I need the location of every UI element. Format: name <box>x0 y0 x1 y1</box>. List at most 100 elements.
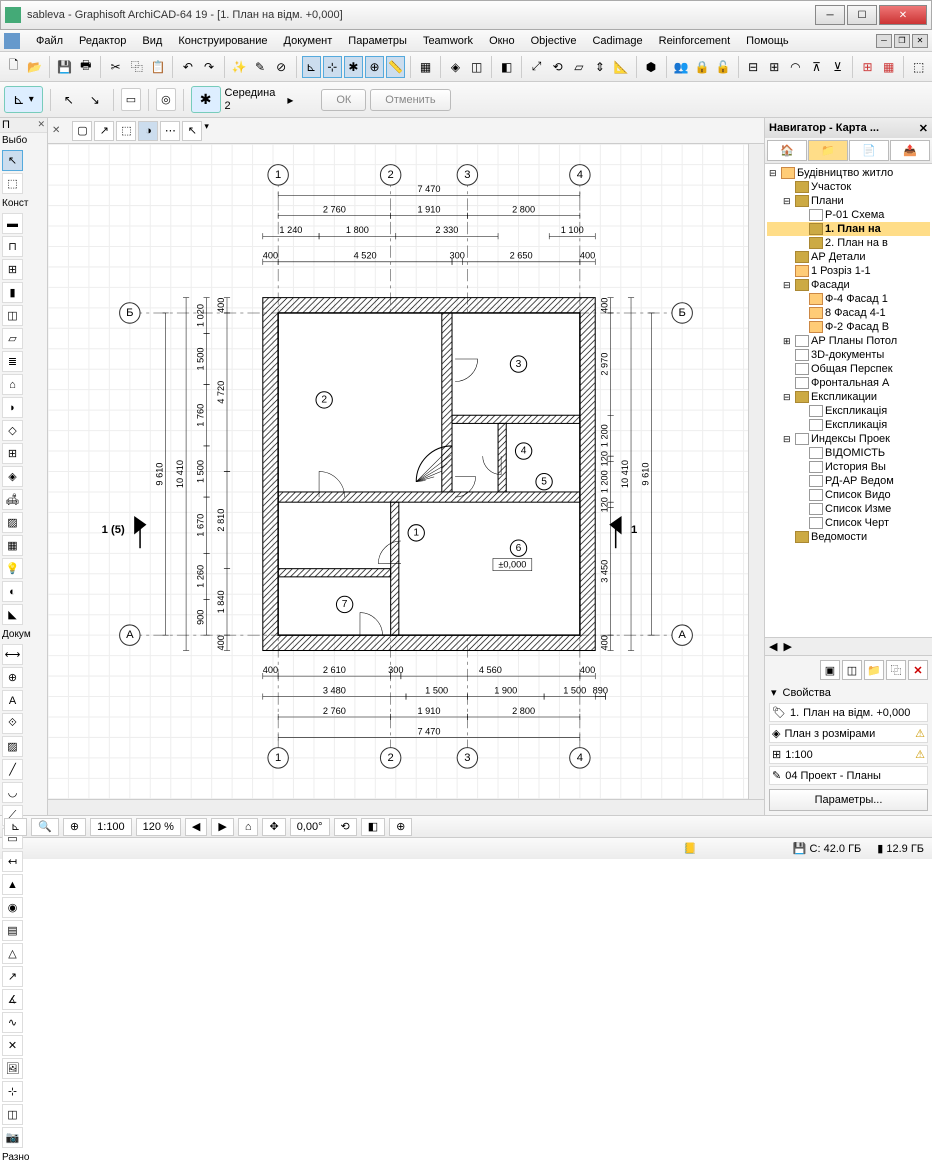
snap3-icon[interactable]: ⊕ <box>365 56 384 78</box>
trace-toggle-icon[interactable]: ▢ <box>72 121 92 141</box>
tree-item[interactable]: Список Видо <box>767 488 930 502</box>
rotate-icon[interactable]: ⟲ <box>548 56 567 78</box>
stair-tool[interactable]: ≣ <box>2 351 23 372</box>
close-button[interactable]: ✕ <box>879 5 927 25</box>
nav-delete-icon[interactable]: ✕ <box>908 660 928 680</box>
mdi-restore[interactable]: ❐ <box>894 34 910 48</box>
tree-item[interactable]: ⊟Експликации <box>767 390 930 404</box>
tree-item[interactable]: Участок <box>767 180 930 194</box>
line-tool[interactable]: ╱ <box>2 759 23 780</box>
move-icon[interactable]: ⤢ <box>527 56 546 78</box>
worksheet-tool[interactable]: ▤ <box>2 920 23 941</box>
label-tool[interactable]: ⟐ <box>2 713 23 734</box>
tree-item[interactable]: ⊟Будівництво житло <box>767 166 930 180</box>
next-view-icon[interactable]: ▶ <box>211 818 233 836</box>
tree-item[interactable]: Р-01 Схема <box>767 208 930 222</box>
text-tool[interactable]: A <box>2 690 23 711</box>
hotspot-tool[interactable]: ✕ <box>2 1035 23 1056</box>
suspend-icon[interactable]: ⊘ <box>272 56 291 78</box>
tree-item[interactable]: 8 Фасад 4-1 <box>767 306 930 320</box>
curtainwall-tool[interactable]: ⊞ <box>2 443 23 464</box>
menu-вид[interactable]: Вид <box>134 33 170 49</box>
tree-item[interactable]: Ф-4 Фасад 1 <box>767 292 930 306</box>
grid-element-tool[interactable]: ⊹ <box>2 1081 23 1102</box>
camera-tool[interactable]: 📷 <box>2 1127 23 1148</box>
geo-method1-icon[interactable]: ↖ <box>58 89 80 111</box>
navigator-tree[interactable]: ⊟Будівництво житлоУчасток⊟ПланиР-01 Схем… <box>765 164 932 637</box>
release-icon[interactable]: 🔓 <box>714 56 733 78</box>
grid-icon[interactable]: ▦ <box>416 56 435 78</box>
orient-icon[interactable]: ⊾ <box>4 818 27 836</box>
intersect-icon[interactable]: ⊞ <box>765 56 784 78</box>
prop-scale[interactable]: 1:100 <box>785 749 813 761</box>
tree-item[interactable]: 1 Розріз 1-1 <box>767 264 930 278</box>
menu-документ[interactable]: Документ <box>276 33 341 49</box>
pan-icon[interactable]: ✥ <box>262 818 285 836</box>
edit-icon[interactable]: ✎ <box>251 56 270 78</box>
snap1-icon[interactable]: ⊹ <box>323 56 342 78</box>
trace-vis-icon[interactable]: ◑ <box>138 121 158 141</box>
tree-item[interactable]: Список Изме <box>767 502 930 516</box>
wall-end-tool[interactable]: ◐ <box>2 581 23 602</box>
morph-tool[interactable]: ◈ <box>2 466 23 487</box>
fill-tool[interactable]: ▨ <box>2 736 23 757</box>
tab-close-icon[interactable]: ✕ <box>52 125 60 136</box>
rebar1-icon[interactable]: ⊞ <box>858 56 877 78</box>
play-icon[interactable]: ▸ <box>279 89 301 111</box>
3d-cut-icon[interactable]: ◧ <box>361 818 385 836</box>
menu-reinforcement[interactable]: Reinforcement <box>651 33 739 49</box>
mirror-icon[interactable]: ▱ <box>569 56 588 78</box>
prev-view-icon[interactable]: ◀ <box>185 818 207 836</box>
ruler-icon[interactable]: 📏 <box>386 56 405 78</box>
prop-penset[interactable]: 04 Проект - Планы <box>785 770 881 782</box>
menu-параметры[interactable]: Параметры <box>340 33 415 49</box>
guide-icon[interactable]: ⊾ <box>302 56 321 78</box>
parameters-button[interactable]: Параметры... <box>769 789 928 811</box>
snap-point-button[interactable]: ✱ <box>191 86 221 113</box>
home-view-icon[interactable]: ⌂ <box>238 818 259 836</box>
tree-item[interactable]: ⊞АР Планы Потол <box>767 334 930 348</box>
menu-окно[interactable]: Окно <box>481 33 523 49</box>
angledim-tool[interactable]: ∡ <box>2 989 23 1010</box>
redo-icon[interactable]: ↷ <box>199 56 218 78</box>
options-icon[interactable]: ⬚ <box>909 56 928 78</box>
tree-item[interactable]: Общая Перспек <box>767 362 930 376</box>
section-tool[interactable]: ↤ <box>2 851 23 872</box>
elevation-tool[interactable]: ▲ <box>2 874 23 895</box>
maximize-button[interactable]: ☐ <box>847 5 877 25</box>
fillet-icon[interactable]: ◠ <box>786 56 805 78</box>
corner-tool[interactable]: ◣ <box>2 604 23 625</box>
geo-method2-icon[interactable]: ↘ <box>84 89 106 111</box>
tree-item[interactable]: Експликація <box>767 418 930 432</box>
zoom-display[interactable]: 120 % <box>136 818 181 836</box>
archicad-icon[interactable] <box>4 33 20 49</box>
menu-teamwork[interactable]: Teamwork <box>415 33 481 49</box>
nav-clone-icon[interactable]: ⿻ <box>886 660 906 680</box>
dimension-tool[interactable]: ⟷ <box>2 644 23 665</box>
trace-ref-icon[interactable]: ↗ <box>94 121 114 141</box>
tree-scroll-right[interactable]: ▶ <box>783 640 791 653</box>
wall-tool[interactable]: ▬ <box>2 213 23 234</box>
navigator-close-icon[interactable]: ✕ <box>919 122 928 135</box>
tree-item[interactable]: ВІДОМІСТЬ <box>767 446 930 460</box>
rebar2-icon[interactable]: ▦ <box>879 56 898 78</box>
fit-icon[interactable]: 🔍 <box>31 818 59 836</box>
floor-plan-canvas[interactable]: 11223344ББАА1 (5)1 2345671±0,000 7 4702 … <box>48 144 764 799</box>
tree-item[interactable]: ⊟Плани <box>767 194 930 208</box>
mesh-tool[interactable]: ▦ <box>2 535 23 556</box>
object-tool[interactable]: 🛋 <box>2 489 23 510</box>
menu-конструирование[interactable]: Конструирование <box>170 33 275 49</box>
column-tool[interactable]: ▮ <box>2 282 23 303</box>
spline-tool[interactable]: ∿ <box>2 1012 23 1033</box>
mdi-minimize[interactable]: ─ <box>876 34 892 48</box>
angle-display[interactable]: 0,00° <box>290 818 330 836</box>
arrow-tool[interactable]: ↖ <box>2 150 23 171</box>
zoom-icon[interactable]: ⊕ <box>63 818 86 836</box>
scale-display[interactable]: 1:100 <box>90 818 132 836</box>
tree-item[interactable]: Ведомости <box>767 530 930 544</box>
grav-icon[interactable]: ◎ <box>156 88 176 111</box>
interior-elev-tool[interactable]: ◫ <box>2 1104 23 1125</box>
trace-sel-icon[interactable]: ⬚ <box>116 121 136 141</box>
lamp-tool[interactable]: 💡 <box>2 558 23 579</box>
snap2-icon[interactable]: ✱ <box>344 56 363 78</box>
